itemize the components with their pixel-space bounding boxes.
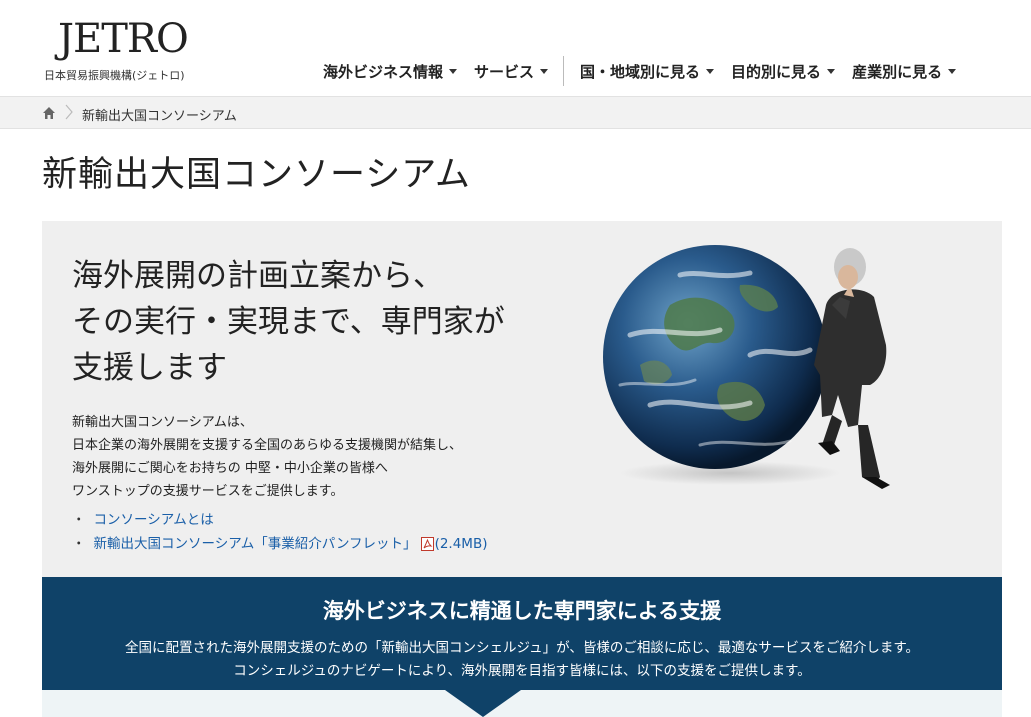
banner-title: 海外ビジネスに精通した専門家による支援: [322, 599, 722, 623]
nav-by-industry[interactable]: 産業別に見る: [852, 61, 957, 82]
chevron-right-icon: [65, 104, 73, 120]
nav-by-region[interactable]: 国・地域別に見る: [580, 61, 715, 82]
chevron-down-icon: [449, 68, 458, 74]
chevron-down-icon: [948, 68, 957, 74]
file-size: (2.4MB): [434, 536, 488, 552]
list-item: ・ コンソーシアムとは: [72, 508, 487, 532]
hero-link-list: ・ コンソーシアムとは ・ 新輸出大国コンソーシアム「事業紹介パンフレット」 (…: [72, 508, 487, 556]
logo-wordmark: JETRO: [58, 16, 189, 62]
hero-body-line: 海外展開にご関心をお持ちの 中堅・中小企業の皆様へ: [72, 461, 388, 476]
banner-line: コンシェルジュのナビゲートにより、海外展開を目指す皆様には、以下の支援をご提供し…: [233, 663, 811, 679]
banner-line: 全国に配置された海外展開支援のための「新輸出大国コンシェルジュ」が、皆様のご相談…: [125, 640, 919, 656]
chevron-down-icon: [540, 68, 549, 74]
breadcrumb-current: 新輸出大国コンソーシアム: [82, 109, 237, 124]
nav-divider: [563, 56, 565, 86]
nav-label: 海外ビジネス情報: [323, 62, 444, 81]
chevron-down-icon: [706, 68, 715, 74]
expert-support-banner: 海外ビジネスに精通した専門家による支援 全国に配置された海外展開支援のための「新…: [42, 577, 1002, 690]
chevron-down-icon: [827, 68, 836, 74]
banner-description: 全国に配置された海外展開支援のための「新輸出大国コンシェルジュ」が、皆様のご相談…: [42, 637, 1002, 683]
about-consortium-link[interactable]: コンソーシアムとは: [94, 508, 214, 532]
logo-subtitle: 日本貿易振興機構(ジェトロ): [44, 69, 185, 82]
nav-by-purpose[interactable]: 目的別に見る: [731, 61, 836, 82]
nav-label: 目的別に見る: [731, 62, 822, 81]
list-item: ・ 新輸出大国コンソーシアム「事業紹介パンフレット」 (2.4MB): [72, 532, 487, 556]
site-header: JETRO 日本貿易振興機構(ジェトロ) 海外ビジネス情報 サービス 国・地域別…: [0, 0, 1031, 96]
hero-description: 新輸出大国コンソーシアムは、 日本企業の海外展開を支援する全国のあらゆる支援機関…: [72, 411, 462, 503]
nav-label: 国・地域別に見る: [580, 62, 701, 81]
hero-section: 海外展開の計画立案から、 その実行・実現まで、専門家が 支援します 新輸出大国コ…: [42, 221, 1002, 577]
hero-heading: 海外展開の計画立案から、 その実行・実現まで、専門家が 支援します: [72, 253, 505, 391]
global-nav: 海外ビジネス情報 サービス 国・地域別に見る 目的別に見る 産業別に見る: [323, 56, 973, 86]
nav-services[interactable]: サービス: [474, 61, 549, 82]
jetro-logo[interactable]: JETRO 日本貿易振興機構(ジェトロ): [42, 14, 202, 84]
pdf-icon: [420, 537, 434, 551]
home-icon[interactable]: [42, 106, 56, 120]
breadcrumb: 新輸出大国コンソーシアム: [0, 96, 1031, 129]
hero-body-line: 日本企業の海外展開を支援する全国のあらゆる支援機関が結集し、: [72, 438, 463, 453]
hero-heading-line: 海外展開の計画立案から、: [72, 258, 444, 294]
support-flow-area: [42, 690, 1002, 717]
nav-label: サービス: [474, 62, 535, 81]
nav-label: 産業別に見る: [852, 62, 943, 81]
bullet: ・: [72, 536, 86, 552]
hero-heading-line: その実行・実現まで、専門家が: [72, 304, 505, 340]
page-title: 新輸出大国コンソーシアム: [42, 155, 471, 195]
hero-body-line: 新輸出大国コンソーシアムは、: [72, 415, 253, 430]
nav-overseas-business-info[interactable]: 海外ビジネス情報: [323, 61, 458, 82]
down-arrow-icon: [445, 690, 521, 717]
hero-heading-line: 支援します: [72, 350, 227, 386]
globe-businessman-image: [603, 245, 890, 489]
pamphlet-link[interactable]: 新輸出大国コンソーシアム「事業紹介パンフレット」: [94, 532, 417, 556]
bullet: ・: [72, 512, 86, 528]
hero-body-line: ワンストップの支援サービスをご提供します。: [72, 484, 344, 499]
